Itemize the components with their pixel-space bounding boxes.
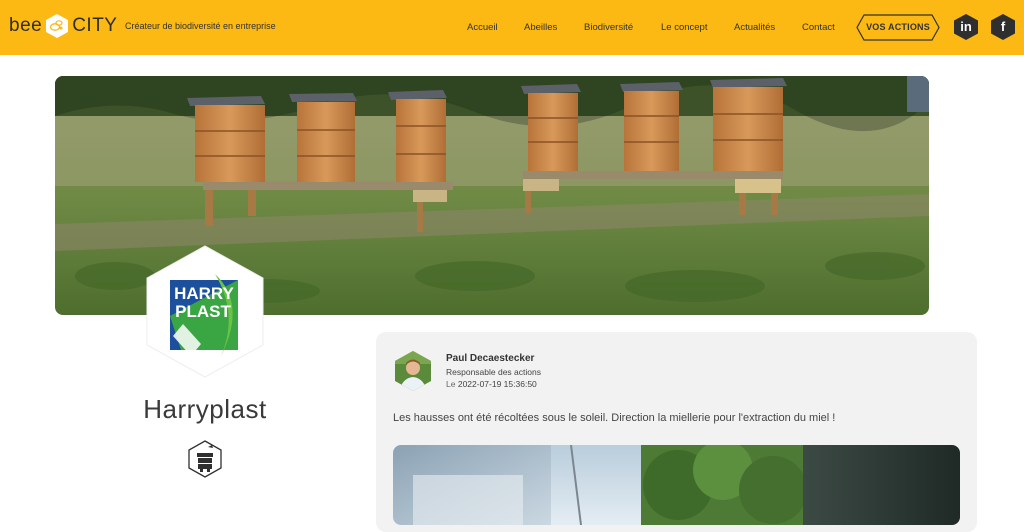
tagline: Créateur de biodiversité en entreprise bbox=[125, 21, 276, 31]
nav-le-concept[interactable]: Le concept bbox=[661, 22, 707, 33]
date-prefix: Le bbox=[446, 379, 456, 389]
nav-actualites[interactable]: Actualités bbox=[734, 22, 775, 33]
nav-contact[interactable]: Contact bbox=[802, 22, 835, 33]
logo-text-bee: bee bbox=[9, 15, 43, 36]
logo-text-city: CITY bbox=[72, 15, 118, 36]
linkedin-button[interactable]: in bbox=[953, 13, 979, 41]
beehive-icon bbox=[188, 440, 222, 478]
vos-actions-label: VOS ACTIONS bbox=[866, 22, 930, 32]
beecity-logo[interactable]: bee CITY bbox=[9, 13, 117, 39]
logo-text-harry: HARRY bbox=[174, 284, 234, 303]
nav-abeilles[interactable]: Abeilles bbox=[524, 22, 557, 33]
company-name: Harryplast bbox=[143, 394, 267, 424]
post-date: Le 2022-07-19 15:36:50 bbox=[446, 379, 537, 389]
bee-hex-icon bbox=[46, 14, 69, 38]
site-header: bee CITY Créateur de biodiversité en ent… bbox=[0, 0, 1024, 55]
hive-2 bbox=[289, 93, 357, 182]
vos-actions-button[interactable]: VOS ACTIONS bbox=[856, 14, 940, 41]
author-name[interactable]: Paul Decaestecker bbox=[446, 353, 534, 364]
harryplast-logo: HARRY PLAST bbox=[143, 244, 267, 379]
nav-biodiversite[interactable]: Biodiversité bbox=[584, 22, 633, 33]
facebook-button[interactable]: f bbox=[990, 13, 1016, 41]
post-text: Les hausses ont été récoltées sous le so… bbox=[393, 412, 836, 424]
date-value: 2022-07-19 15:36:50 bbox=[457, 379, 537, 389]
linkedin-label: in bbox=[960, 19, 972, 34]
facebook-label: f bbox=[1000, 19, 1006, 34]
author-role: Responsable des actions bbox=[446, 367, 541, 377]
post-photo-gallery[interactable] bbox=[393, 445, 960, 525]
hive-5 bbox=[620, 82, 683, 171]
nav-accueil[interactable]: Accueil bbox=[467, 22, 498, 33]
author-avatar bbox=[394, 350, 432, 392]
logo-text-plast: PLAST bbox=[175, 302, 231, 321]
